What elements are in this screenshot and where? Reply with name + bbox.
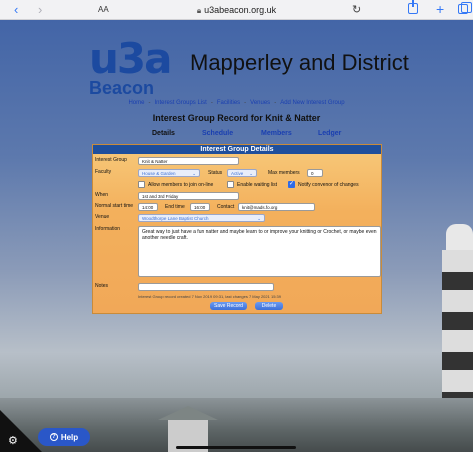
notify-convenor-label: Notify convenor of changes — [298, 182, 359, 188]
reload-icon[interactable]: ↻ — [352, 3, 361, 16]
settings-corner[interactable] — [0, 410, 42, 452]
notify-convenor-checkbox[interactable] — [288, 180, 295, 188]
tabs-overview-icon[interactable] — [458, 2, 472, 14]
status-select-value: Active — [231, 171, 244, 176]
nav-link-facilities[interactable]: Facilities — [217, 100, 240, 106]
status-select[interactable]: Active ⌄ — [227, 169, 257, 177]
waiting-list-checkbox[interactable] — [227, 181, 234, 188]
end-time-label: End time — [165, 204, 185, 210]
venue-label: Venue — [95, 214, 110, 220]
chevron-down-icon: ⌄ — [257, 216, 261, 221]
help-button-label: Help — [60, 432, 79, 442]
end-time-input[interactable]: 16:00 — [190, 203, 210, 211]
chevron-down-icon: ⌄ — [249, 171, 253, 176]
faculty-select[interactable]: House & Garden ⌄ — [138, 169, 200, 177]
lighthouse-top-image — [446, 224, 473, 252]
logo-main-text: u3a — [89, 34, 172, 83]
gear-icon[interactable]: ⚙ — [8, 434, 18, 447]
nav-link-home[interactable]: Home — [128, 100, 144, 106]
nav-separator: - — [244, 100, 247, 106]
status-label: Status — [208, 170, 223, 176]
site-title: Mapperley and District — [190, 50, 409, 75]
max-members-input[interactable]: 0 — [307, 169, 323, 177]
new-tab-icon[interactable]: + — [436, 1, 444, 17]
nav-link-venues[interactable]: Venues — [250, 100, 270, 106]
record-meta-text: Interest Group record created 7 Nov 2019… — [138, 294, 281, 299]
tab-members[interactable]: Members — [261, 130, 292, 137]
u3a-logo[interactable]: u3a Beacon — [89, 34, 172, 99]
save-record-button[interactable]: Save Record — [210, 302, 247, 310]
interest-group-form: Interest Group Details Interest Group Kn… — [92, 144, 382, 314]
page-heading: Interest Group Record for Knit & Natter — [152, 113, 321, 123]
venue-select-value: Woodthorpe Lane Baptist Church — [142, 216, 209, 221]
allow-online-checkbox[interactable] — [138, 181, 145, 188]
home-indicator[interactable] — [176, 446, 296, 449]
nav-separator: - — [274, 100, 277, 106]
when-input[interactable]: 1st and 3rd Friday — [138, 192, 239, 200]
nav-separator: - — [210, 100, 213, 106]
start-time-label: Normal start time — [95, 203, 134, 209]
venue-select[interactable]: Woodthorpe Lane Baptist Church ⌄ — [138, 214, 265, 222]
interest-group-label: Interest Group — [95, 157, 127, 163]
waiting-list-label: Enable waiting list — [237, 182, 278, 188]
lighthouse-image — [442, 250, 473, 410]
information-textarea[interactable]: Great way to just have a fun natter and … — [138, 226, 381, 277]
tab-schedule[interactable]: Schedule — [202, 130, 233, 137]
nav-separator: - — [148, 100, 151, 106]
information-label: Information — [95, 226, 121, 232]
when-label: When — [95, 192, 109, 198]
contact-input[interactable]: knit@mads.fo.org — [238, 203, 315, 211]
max-members-label: Max members — [268, 170, 300, 176]
faculty-select-value: House & Garden — [142, 171, 176, 176]
nav-link-interest-groups[interactable]: Interest Groups List — [154, 100, 206, 106]
url-text: u3abeacon.org.uk — [204, 5, 277, 15]
nav-link-add-group[interactable]: Add New Interest Group — [280, 100, 344, 106]
delete-button[interactable]: Delete — [255, 302, 283, 310]
chevron-down-icon: ⌄ — [192, 171, 196, 176]
address-bar[interactable]: 🔒︎ u3abeacon.org.uk — [0, 5, 473, 16]
start-time-input[interactable]: 14:00 — [138, 203, 158, 211]
tab-details[interactable]: Details — [152, 130, 175, 137]
help-button[interactable]: ? Help — [38, 428, 90, 446]
form-title: Interest Group Details — [93, 145, 381, 154]
contact-label: Contact — [217, 204, 235, 210]
allow-online-label: Allow members to join on-line — [148, 182, 214, 188]
interest-group-input[interactable]: Knit & Natter — [138, 157, 239, 165]
lock-icon: 🔒︎ — [196, 6, 202, 15]
tab-ledger[interactable]: Ledger — [318, 130, 341, 137]
help-icon: ? — [49, 433, 58, 441]
main-nav: Home - Interest Groups List - Facilities - Ven… — [0, 100, 473, 106]
browser-toolbar: ‹ › AA 🔒︎ u3abeacon.org.uk ↻ + — [0, 0, 473, 20]
notes-label: Notes — [95, 283, 109, 289]
faculty-label: Faculty — [95, 169, 112, 175]
share-icon[interactable] — [408, 0, 418, 14]
notes-input[interactable] — [138, 283, 274, 291]
